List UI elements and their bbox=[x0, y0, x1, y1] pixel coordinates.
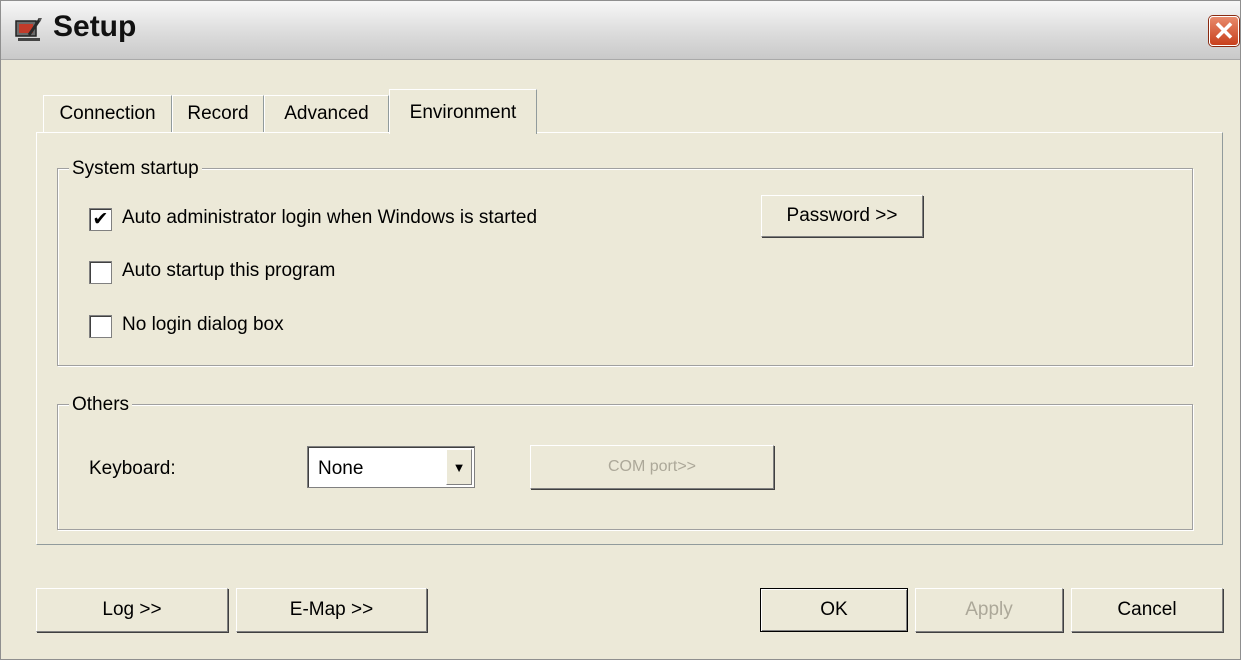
cancel-button[interactable]: Cancel bbox=[1071, 588, 1223, 632]
tab-record[interactable]: Record bbox=[172, 95, 264, 132]
system-startup-legend: System startup bbox=[69, 158, 202, 180]
close-icon: ✕ bbox=[1213, 16, 1235, 46]
others-legend: Others bbox=[69, 394, 133, 416]
auto-startup-label[interactable]: Auto startup this program bbox=[122, 260, 335, 282]
tab-advanced[interactable]: Advanced bbox=[264, 95, 389, 132]
tab-connection[interactable]: Connection bbox=[43, 95, 172, 132]
setup-app-icon bbox=[15, 18, 42, 41]
no-login-dialog-label[interactable]: No login dialog box bbox=[122, 314, 284, 336]
keyboard-select-value: None bbox=[318, 458, 364, 479]
setup-dialog: Setup ✕ Connection Record Advanced Envir… bbox=[0, 0, 1241, 660]
auto-admin-login-checkbox[interactable]: ✔ bbox=[89, 208, 112, 231]
emap-button[interactable]: E-Map >> bbox=[236, 588, 427, 632]
dropdown-arrow-glyph: ▼ bbox=[452, 459, 466, 475]
no-login-dialog-checkbox[interactable] bbox=[89, 315, 112, 338]
close-button[interactable]: ✕ bbox=[1209, 16, 1239, 46]
auto-startup-checkbox[interactable] bbox=[89, 261, 112, 284]
checkmark-icon: ✔ bbox=[92, 209, 109, 230]
chevron-down-icon[interactable]: ▼ bbox=[446, 449, 472, 485]
auto-admin-login-label[interactable]: Auto administrator login when Windows is… bbox=[122, 207, 537, 229]
window-title: Setup bbox=[53, 10, 137, 43]
keyboard-label: Keyboard: bbox=[89, 458, 176, 479]
ok-button[interactable]: OK bbox=[760, 588, 908, 632]
keyboard-select[interactable]: None ▼ bbox=[307, 446, 475, 488]
apply-button[interactable]: Apply bbox=[915, 588, 1063, 632]
title-bar[interactable]: Setup ✕ bbox=[1, 1, 1240, 60]
password-button[interactable]: Password >> bbox=[761, 195, 923, 237]
log-button[interactable]: Log >> bbox=[36, 588, 228, 632]
com-port-button[interactable]: COM port>> bbox=[530, 445, 774, 489]
tab-environment[interactable]: Environment bbox=[389, 89, 537, 134]
